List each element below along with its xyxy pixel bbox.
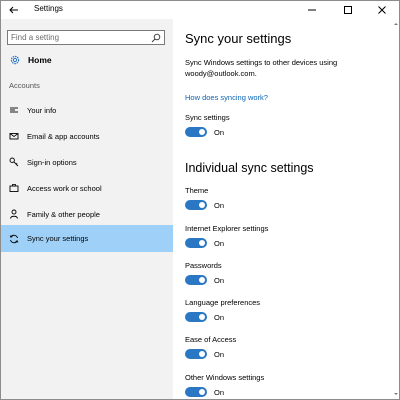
- toggle-state-label: On: [214, 238, 225, 248]
- scroll-up-icon[interactable]: [394, 22, 398, 26]
- toggle-state-label: On: [214, 312, 225, 322]
- search-box[interactable]: [7, 30, 165, 45]
- sidebar-item-access-work[interactable]: Access work or school: [1, 175, 173, 201]
- email-icon: [9, 131, 19, 141]
- close-icon: [378, 6, 386, 14]
- sidebar-item-label: Sync your settings: [27, 234, 89, 243]
- passwords-toggle-row: On: [185, 275, 224, 285]
- search-input[interactable]: [11, 32, 146, 43]
- home-label: Home: [28, 55, 52, 65]
- main-content: Sync your settings Sync Windows settings…: [173, 19, 399, 399]
- sidebar-item-label: Sign-in options: [27, 157, 77, 167]
- sidebar-item-label: Email & app accounts: [27, 131, 100, 141]
- ease-of-access-label: Ease of Access: [185, 335, 237, 344]
- toggle-knob: [199, 351, 205, 357]
- search-icon[interactable]: [151, 33, 161, 43]
- minimize-icon: [308, 9, 316, 11]
- sync-settings-label: Sync settings: [185, 113, 230, 122]
- language-preferences-toggle-row: On: [185, 312, 224, 322]
- theme-toggle[interactable]: [185, 200, 207, 210]
- window-title: Settings: [34, 4, 63, 13]
- sidebar-item-label: Your info: [27, 105, 57, 115]
- sidebar: Home Accounts Your info Email & app acco…: [1, 19, 173, 399]
- contact-card-icon: [9, 105, 19, 115]
- back-button[interactable]: [7, 3, 21, 17]
- ie-settings-toggle[interactable]: [185, 238, 207, 248]
- page-title: Sync your settings: [185, 31, 292, 46]
- other-windows-settings-toggle[interactable]: [185, 387, 207, 397]
- passwords-toggle[interactable]: [185, 275, 207, 285]
- ie-settings-toggle-row: On: [185, 238, 224, 248]
- back-arrow-icon: [9, 6, 18, 14]
- sidebar-item-sync-settings[interactable]: Sync your settings: [1, 225, 173, 252]
- sidebar-item-label: Family & other people: [27, 209, 100, 219]
- accounts-section-label: Accounts: [9, 81, 40, 90]
- toggle-state-label: On: [214, 127, 225, 137]
- ie-settings-label: Internet Explorer settings: [185, 224, 269, 233]
- sidebar-item-email-accounts[interactable]: Email & app accounts: [1, 123, 173, 149]
- toggle-knob: [199, 202, 205, 208]
- key-icon: [9, 157, 19, 167]
- sidebar-item-your-info[interactable]: Your info: [1, 97, 173, 123]
- toggle-state-label: On: [214, 275, 225, 285]
- toggle-knob: [199, 389, 205, 395]
- home-nav-item[interactable]: Home: [9, 52, 52, 68]
- sync-settings-toggle[interactable]: [185, 127, 207, 137]
- sync-settings-toggle-row: On: [185, 127, 224, 137]
- person-icon: [9, 209, 19, 219]
- language-preferences-label: Language preferences: [185, 298, 261, 307]
- theme-label: Theme: [185, 186, 209, 195]
- sidebar-item-family[interactable]: Family & other people: [1, 201, 173, 227]
- briefcase-icon: [9, 183, 19, 193]
- toggle-knob: [199, 129, 205, 135]
- gear-icon: [10, 55, 20, 65]
- maximize-button[interactable]: [331, 1, 365, 19]
- minimize-button[interactable]: [295, 1, 329, 19]
- sync-description: Sync Windows settings to other devices u…: [185, 58, 338, 78]
- sidebar-item-sign-in-options[interactable]: Sign-in options: [1, 149, 173, 175]
- theme-toggle-row: On: [185, 200, 224, 210]
- sidebar-item-label: Access work or school: [27, 183, 102, 193]
- main-scrollbar[interactable]: [393, 19, 399, 399]
- title-bar: Settings: [1, 1, 399, 19]
- toggle-knob: [199, 314, 205, 320]
- toggle-state-label: On: [214, 200, 225, 210]
- scroll-down-icon[interactable]: [394, 392, 398, 396]
- other-windows-settings-toggle-row: On: [185, 387, 224, 397]
- close-button[interactable]: [365, 1, 399, 19]
- ease-of-access-toggle[interactable]: [185, 349, 207, 359]
- ease-of-access-toggle-row: On: [185, 349, 224, 359]
- settings-window: Settings Home Accounts: [0, 0, 400, 400]
- individual-sync-heading: Individual sync settings: [185, 161, 314, 175]
- passwords-label: Passwords: [185, 261, 222, 270]
- toggle-knob: [199, 240, 205, 246]
- toggle-state-label: On: [214, 387, 225, 397]
- sync-icon: [9, 234, 19, 244]
- toggle-knob: [199, 277, 205, 283]
- language-preferences-toggle[interactable]: [185, 312, 207, 322]
- how-syncing-works-link[interactable]: How does syncing work?: [185, 93, 268, 102]
- other-windows-settings-label: Other Windows settings: [185, 373, 265, 382]
- maximize-icon: [344, 6, 352, 14]
- toggle-state-label: On: [214, 349, 225, 359]
